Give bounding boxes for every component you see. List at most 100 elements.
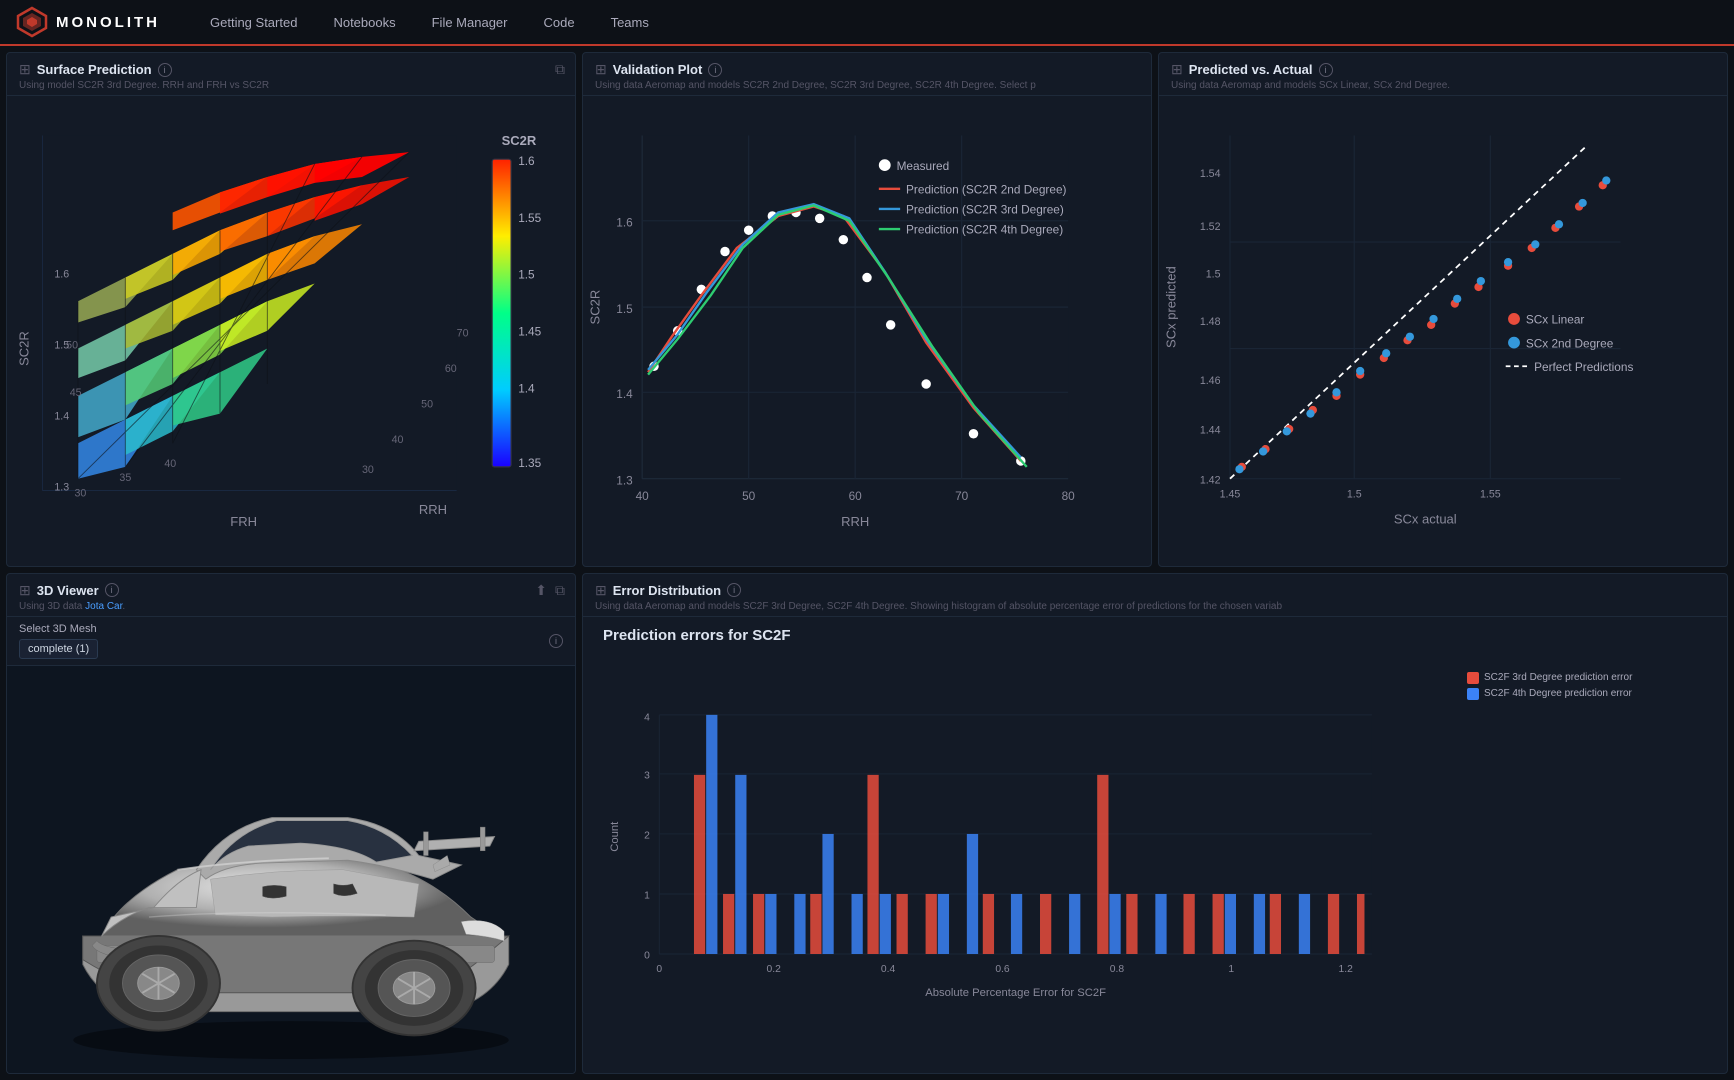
svg-text:Prediction (SC2R 2nd Degree): Prediction (SC2R 2nd Degree) — [906, 183, 1066, 197]
mesh-info-icon[interactable]: i — [549, 634, 563, 648]
error-chart-title: Prediction errors for SC2F — [603, 627, 1707, 644]
svg-text:1.5: 1.5 — [54, 340, 69, 352]
surface-prediction-header: ⊞ Surface Prediction i Using model SC2R … — [7, 53, 575, 96]
nav-code[interactable]: Code — [541, 11, 576, 34]
svg-text:SCx Linear: SCx Linear — [1526, 313, 1585, 327]
svg-text:30: 30 — [362, 464, 374, 476]
svg-text:1: 1 — [1228, 963, 1234, 974]
svg-text:1.44: 1.44 — [1200, 425, 1221, 437]
validation-plot-panel: ⊞ Validation Plot i Using data Aeromap a… — [582, 52, 1152, 567]
svg-text:RRH: RRH — [841, 514, 869, 529]
svg-text:50: 50 — [742, 489, 756, 503]
svg-text:1.2: 1.2 — [1339, 963, 1354, 974]
3d-viewer-icons: ⬆ ⧉ — [535, 582, 565, 599]
svg-text:SC2R: SC2R — [502, 133, 537, 148]
validation-plot-info[interactable]: i — [708, 63, 722, 77]
svg-text:1.52: 1.52 — [1200, 221, 1221, 233]
surface-prediction-title: Surface Prediction — [37, 62, 152, 77]
svg-text:60: 60 — [445, 363, 457, 375]
mesh-value[interactable]: complete (1) — [19, 639, 98, 659]
predicted-vs-actual-header: ⊞ Predicted vs. Actual i Using data Aero… — [1159, 53, 1727, 96]
3d-viewer-title: 3D Viewer — [37, 583, 99, 598]
svg-text:Prediction (SC2R 3rd Degree): Prediction (SC2R 3rd Degree) — [906, 203, 1064, 217]
3d-viewer-copy-icon[interactable]: ⧉ — [555, 582, 565, 599]
predicted-vs-actual-info[interactable]: i — [1319, 63, 1333, 77]
predicted-vs-actual-body: 1.42 1.44 1.46 1.48 1.5 1.52 1.54 1.45 1… — [1159, 96, 1727, 566]
svg-text:60: 60 — [849, 489, 863, 503]
svg-text:30: 30 — [74, 487, 86, 499]
legend-label-red: SC2F 3rd Degree prediction error — [1484, 672, 1632, 683]
car-3d-model — [7, 666, 575, 1073]
svg-text:1.35: 1.35 — [518, 456, 541, 470]
grid-icon-4: ⊞ — [19, 582, 31, 599]
nav-getting-started[interactable]: Getting Started — [208, 11, 299, 34]
svg-text:1.4: 1.4 — [616, 387, 633, 401]
3d-viewer-data-link[interactable]: Jota Car — [85, 601, 122, 612]
svg-text:SC2R: SC2R — [16, 331, 31, 366]
svg-text:1.4: 1.4 — [518, 381, 535, 395]
svg-text:40: 40 — [164, 458, 176, 470]
predicted-vs-actual-title: Predicted vs. Actual — [1189, 62, 1313, 77]
surface-prediction-icons: ⧉ — [555, 61, 565, 78]
logo-text: MoNoLith — [56, 14, 160, 31]
error-distribution-body: Prediction errors for SC2F — [583, 617, 1727, 1073]
svg-text:50: 50 — [421, 399, 433, 411]
3d-viewer-header: ⊞ 3D Viewer i Using 3D data Jota Car. — [7, 574, 575, 617]
validation-plot-subtitle: Using data Aeromap and models SC2R 2nd D… — [595, 80, 1139, 91]
nav-file-manager[interactable]: File Manager — [430, 11, 510, 34]
svg-text:80: 80 — [1062, 489, 1076, 503]
surface-prediction-chart: FRH RRH SC2R 30 35 40 45 50 30 40 50 60 … — [7, 96, 575, 566]
svg-text:3: 3 — [644, 770, 650, 781]
error-distribution-info[interactable]: i — [727, 583, 741, 597]
predicted-vs-actual-panel: ⊞ Predicted vs. Actual i Using data Aero… — [1158, 52, 1728, 567]
grid-icon: ⊞ — [19, 61, 31, 78]
svg-text:0: 0 — [656, 963, 662, 974]
3d-viewer-upload-icon[interactable]: ⬆ — [535, 582, 547, 599]
svg-text:40: 40 — [392, 434, 404, 446]
grid-icon-2: ⊞ — [595, 61, 607, 78]
svg-text:1.5: 1.5 — [616, 302, 633, 316]
svg-text:1.5: 1.5 — [518, 268, 535, 282]
svg-text:1.5: 1.5 — [1347, 489, 1362, 501]
error-distribution-subtitle: Using data Aeromap and models SC2F 3rd D… — [595, 601, 1715, 612]
surface-prediction-subtitle: Using model SC2R 3rd Degree. RRH and FRH… — [19, 80, 563, 91]
svg-text:1.3: 1.3 — [54, 482, 69, 494]
svg-text:40: 40 — [636, 489, 650, 503]
error-distribution-legend: SC2F 3rd Degree prediction error SC2F 4t… — [1467, 652, 1707, 1068]
svg-text:0.6: 0.6 — [995, 963, 1010, 974]
svg-text:1.4: 1.4 — [54, 411, 69, 423]
svg-text:SC2R: SC2R — [588, 290, 603, 325]
validation-plot-title: Validation Plot — [613, 62, 703, 77]
svg-text:0.8: 0.8 — [1110, 963, 1125, 974]
surface-prediction-copy-icon[interactable]: ⧉ — [555, 61, 565, 78]
svg-text:1.5: 1.5 — [1206, 269, 1221, 281]
svg-text:1.45: 1.45 — [1220, 489, 1241, 501]
svg-text:FRH: FRH — [230, 514, 257, 529]
legend-color-blue — [1467, 688, 1479, 700]
3d-viewer-info[interactable]: i — [105, 583, 119, 597]
validation-plot-chart: 1.3 1.4 1.5 1.6 40 50 60 70 80 RRH SC2R — [583, 96, 1151, 566]
nav-teams[interactable]: Teams — [609, 11, 651, 34]
svg-text:0.4: 0.4 — [881, 963, 896, 974]
svg-text:1.6: 1.6 — [54, 269, 69, 281]
svg-text:Perfect Predictions: Perfect Predictions — [1534, 360, 1633, 374]
svg-text:0: 0 — [644, 950, 650, 961]
surface-prediction-info[interactable]: i — [158, 63, 172, 77]
grid-icon-3: ⊞ — [1171, 61, 1183, 78]
svg-text:SCx actual: SCx actual — [1394, 512, 1457, 527]
svg-text:Measured: Measured — [897, 159, 950, 173]
nav-notebooks[interactable]: Notebooks — [331, 11, 397, 34]
logo: MoNoLith — [16, 6, 160, 38]
svg-text:70: 70 — [955, 489, 969, 503]
3d-viewer-subtitle: Using 3D data Jota Car. — [19, 601, 563, 612]
navbar: MoNoLith Getting Started Notebooks File … — [0, 0, 1734, 46]
svg-text:Prediction (SC2R 4th Degree): Prediction (SC2R 4th Degree) — [906, 223, 1063, 237]
svg-text:1.6: 1.6 — [518, 154, 535, 168]
legend-color-red — [1467, 672, 1479, 684]
svg-text:1.55: 1.55 — [518, 211, 541, 225]
svg-text:0.2: 0.2 — [767, 963, 782, 974]
mesh-selector-row: Select 3D Mesh complete (1) i — [7, 617, 575, 666]
grid-icon-5: ⊞ — [595, 582, 607, 599]
main-grid: ⊞ Surface Prediction i Using model SC2R … — [0, 46, 1734, 1080]
error-distribution-header: ⊞ Error Distribution i Using data Aeroma… — [583, 574, 1727, 617]
